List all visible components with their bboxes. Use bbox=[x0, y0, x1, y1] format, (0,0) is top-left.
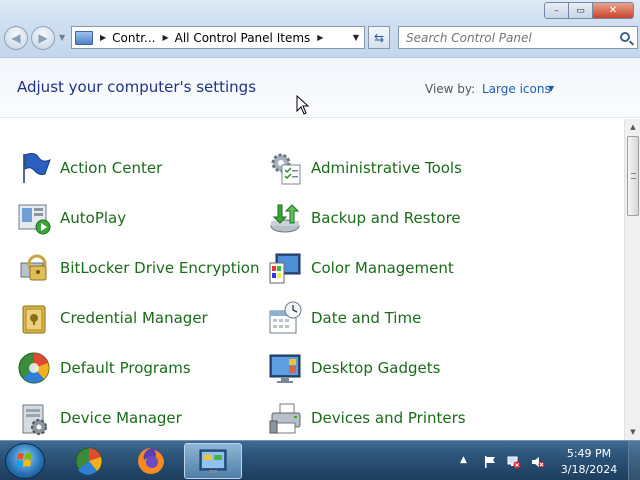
item-label[interactable]: Date and Time bbox=[311, 309, 421, 327]
start-button[interactable] bbox=[5, 443, 45, 479]
default-programs-icon bbox=[17, 351, 51, 385]
item-color-management[interactable]: Color Management bbox=[268, 248, 454, 288]
item-label[interactable]: Action Center bbox=[60, 159, 162, 177]
view-by-label: View by: bbox=[425, 82, 476, 96]
item-action-center[interactable]: Action Center bbox=[17, 148, 162, 188]
address-bar[interactable]: ▶ Contr... ▶ All Control Panel Items ▶ ▼ bbox=[71, 26, 365, 49]
item-label[interactable]: Credential Manager bbox=[60, 309, 208, 327]
credential-icon bbox=[17, 301, 51, 335]
item-devices-and-printers[interactable]: Devices and Printers bbox=[268, 398, 466, 438]
search-icon[interactable] bbox=[620, 32, 630, 42]
mouse-cursor-icon bbox=[296, 95, 310, 115]
maximize-button[interactable]: ▭ bbox=[569, 3, 593, 18]
forward-button[interactable]: ▶ bbox=[31, 26, 55, 50]
item-label[interactable]: Administrative Tools bbox=[311, 159, 462, 177]
gadgets-icon bbox=[268, 351, 302, 385]
content-header: Adjust your computer's settings View by:… bbox=[0, 58, 640, 118]
control-panel-window: – ▭ ✕ ◀ ▶ ▼ ▶ Contr... ▶ All Control Pan… bbox=[0, 0, 640, 440]
item-credential-manager[interactable]: Credential Manager bbox=[17, 298, 208, 338]
item-label[interactable]: Backup and Restore bbox=[311, 209, 461, 227]
minimize-button[interactable]: – bbox=[545, 3, 569, 18]
vertical-scrollbar[interactable]: ▲ ▼ bbox=[624, 119, 640, 440]
close-button[interactable]: ✕ bbox=[593, 3, 633, 18]
address-dropdown-icon[interactable]: ▼ bbox=[353, 33, 359, 42]
control-panel-items: Action Center Administrative Tools AutoP… bbox=[0, 119, 624, 440]
item-label[interactable]: AutoPlay bbox=[60, 209, 126, 227]
scrollbar-thumb[interactable] bbox=[627, 136, 639, 216]
item-desktop-gadgets[interactable]: Desktop Gadgets bbox=[268, 348, 440, 388]
recent-pages-dropdown[interactable]: ▼ bbox=[59, 33, 65, 42]
taskbar-windows-media-icon[interactable] bbox=[60, 443, 118, 479]
grip-icon bbox=[631, 173, 636, 179]
search-box[interactable] bbox=[398, 26, 638, 49]
item-label[interactable]: Color Management bbox=[311, 259, 454, 277]
crumb-arrow-icon[interactable]: ▶ bbox=[317, 33, 323, 42]
clock-date[interactable]: 3/18/2024 bbox=[560, 463, 618, 476]
item-backup-and-restore[interactable]: Backup and Restore bbox=[268, 198, 461, 238]
taskbar: ▲ 5:49 PM 3/18/2024 bbox=[0, 440, 640, 480]
item-autoplay[interactable]: AutoPlay bbox=[17, 198, 126, 238]
taskbar-control-panel-icon[interactable] bbox=[184, 443, 242, 479]
action-center-flag-icon[interactable] bbox=[483, 455, 497, 469]
page-title: Adjust your computer's settings bbox=[17, 78, 257, 96]
chevron-down-icon[interactable]: ▼ bbox=[548, 84, 554, 93]
show-hidden-icons-icon[interactable]: ▲ bbox=[460, 455, 467, 465]
taskbar-firefox-icon[interactable] bbox=[122, 443, 180, 479]
volume-muted-icon[interactable] bbox=[531, 455, 545, 469]
item-label[interactable]: Default Programs bbox=[60, 359, 191, 377]
search-input[interactable] bbox=[399, 30, 609, 45]
calendar-clock-icon bbox=[268, 301, 302, 335]
item-date-and-time[interactable]: Date and Time bbox=[268, 298, 421, 338]
breadcrumb-all-items[interactable]: All Control Panel Items bbox=[175, 31, 311, 45]
flag-icon bbox=[17, 151, 51, 185]
scroll-up-icon[interactable]: ▲ bbox=[625, 119, 640, 135]
backup-icon bbox=[268, 201, 302, 235]
color-management-icon bbox=[268, 251, 302, 285]
view-by-dropdown[interactable]: Large icons bbox=[482, 82, 551, 96]
breadcrumb-control-panel[interactable]: Contr... bbox=[112, 31, 155, 45]
autoplay-icon bbox=[17, 201, 51, 235]
windows-logo-icon bbox=[16, 453, 32, 467]
network-icon[interactable] bbox=[507, 455, 521, 469]
caption-buttons: – ▭ ✕ bbox=[544, 2, 634, 19]
item-label[interactable]: BitLocker Drive Encryption bbox=[60, 259, 259, 277]
show-desktop-button[interactable] bbox=[628, 441, 640, 480]
control-panel-icon bbox=[75, 30, 93, 45]
back-button[interactable]: ◀ bbox=[4, 26, 28, 50]
scroll-down-icon[interactable]: ▼ bbox=[625, 424, 640, 440]
item-label[interactable]: Devices and Printers bbox=[311, 409, 466, 427]
bitlocker-icon bbox=[17, 251, 51, 285]
item-administrative-tools[interactable]: Administrative Tools bbox=[268, 148, 462, 188]
item-label[interactable]: Desktop Gadgets bbox=[311, 359, 440, 377]
device-manager-icon bbox=[17, 401, 51, 435]
clock-time[interactable]: 5:49 PM bbox=[560, 447, 618, 460]
printer-icon bbox=[268, 401, 302, 435]
item-device-manager[interactable]: Device Manager bbox=[17, 398, 182, 438]
admin-tools-icon bbox=[268, 151, 302, 185]
window-toolbar: – ▭ ✕ ◀ ▶ ▼ ▶ Contr... ▶ All Control Pan… bbox=[0, 0, 640, 58]
item-label[interactable]: Device Manager bbox=[60, 409, 182, 427]
item-bitlocker[interactable]: BitLocker Drive Encryption bbox=[17, 248, 259, 288]
crumb-arrow-icon[interactable]: ▶ bbox=[100, 33, 106, 42]
crumb-arrow-icon[interactable]: ▶ bbox=[162, 33, 168, 42]
refresh-button[interactable]: ⇆ bbox=[368, 26, 390, 49]
item-default-programs[interactable]: Default Programs bbox=[17, 348, 191, 388]
